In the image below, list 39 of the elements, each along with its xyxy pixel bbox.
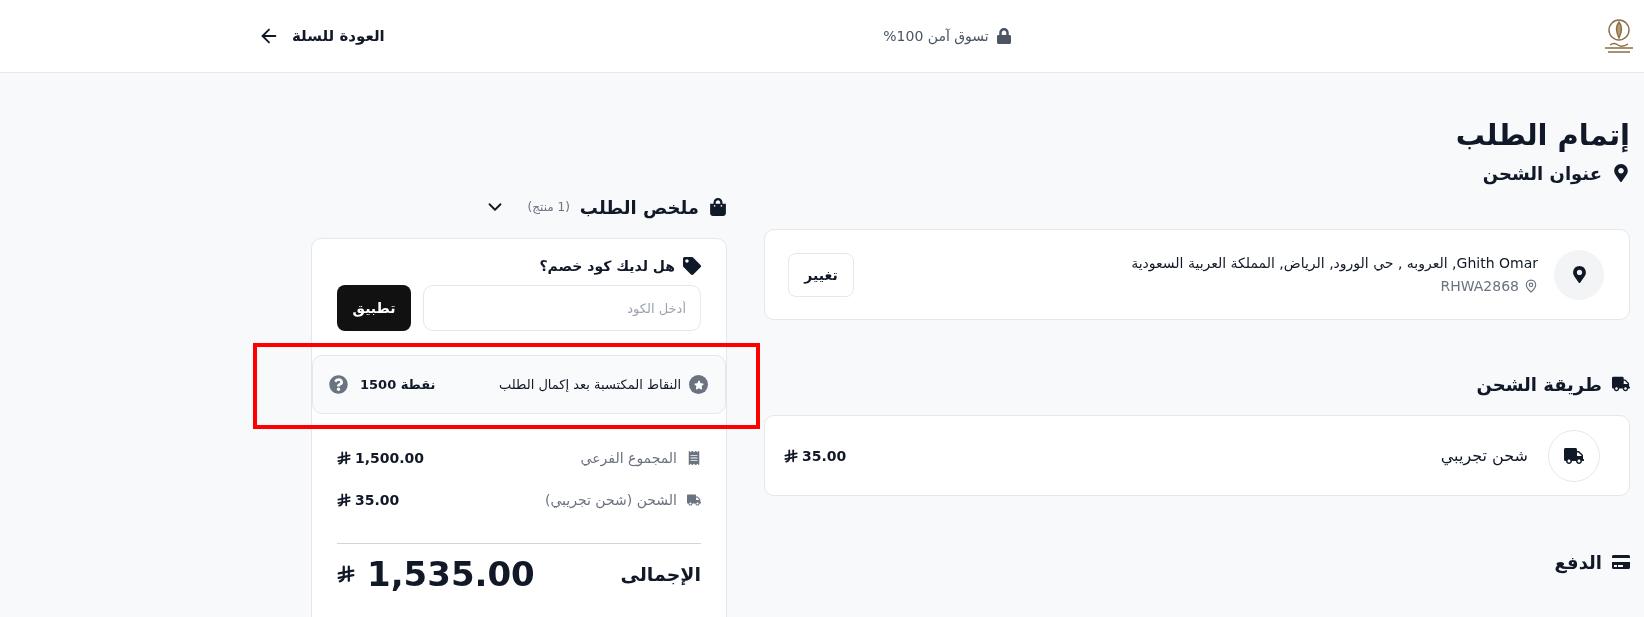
currency-icon	[784, 448, 798, 463]
item-count: (1 منتج)	[527, 200, 570, 214]
receipt-icon	[687, 451, 701, 465]
total-label: الإجمالى	[620, 563, 701, 585]
shipping-price: 35.00	[802, 447, 847, 464]
location-pin-icon	[1554, 249, 1604, 300]
points-label: النقاط المكتسبة بعد إكمال الطلب	[498, 377, 681, 392]
currency-icon	[337, 451, 351, 465]
change-address-button[interactable]: تغيير	[788, 252, 854, 297]
secure-shopping-text: تسوق آمن 100%	[883, 28, 989, 44]
tag-icon	[683, 257, 701, 275]
shipping-option-name: شحن تجريبي	[1439, 446, 1528, 465]
credit-card-icon	[1612, 553, 1630, 571]
page-title: إتمام الطلب	[1454, 117, 1630, 155]
lock-icon	[996, 28, 1011, 44]
currency-icon	[337, 565, 355, 583]
back-to-cart-link[interactable]: العودة للسلة	[258, 25, 385, 47]
summary-line-label: الشحن (شحن تجريبي)	[544, 492, 677, 508]
shopping-bag-icon	[709, 198, 727, 216]
summary-line-amount: 35.00	[355, 492, 400, 508]
points-value: 1500 نقطة	[360, 377, 436, 392]
summary-heading: ملخص الطلب	[579, 196, 699, 218]
section-heading: الدفع	[1554, 551, 1602, 573]
location-pin-icon	[1612, 164, 1630, 182]
coupon-label: هل لديك كود خصم؟	[539, 258, 675, 274]
currency-icon	[337, 493, 351, 507]
apply-button[interactable]: تطبيق	[337, 285, 411, 331]
summary-line-amount: 1,500.00	[355, 450, 425, 466]
total-amount: 1,535.00	[367, 554, 535, 594]
truck-icon	[1612, 375, 1630, 393]
logo-icon[interactable]	[1602, 16, 1636, 56]
summary-line-label: المجموع الفرعي	[580, 450, 677, 466]
truck-icon	[687, 493, 701, 507]
section-heading: عنوان الشحن	[1482, 162, 1602, 184]
section-heading: طريقة الشحن	[1476, 373, 1602, 395]
help-icon[interactable]	[329, 375, 348, 394]
location-pin-icon	[1524, 279, 1538, 293]
address-code: RHWA2868	[1440, 278, 1519, 294]
address-text: Ghith Omar, العروبه , حي الورود, الرياض, المملكة العربية السعودية	[1130, 255, 1538, 271]
